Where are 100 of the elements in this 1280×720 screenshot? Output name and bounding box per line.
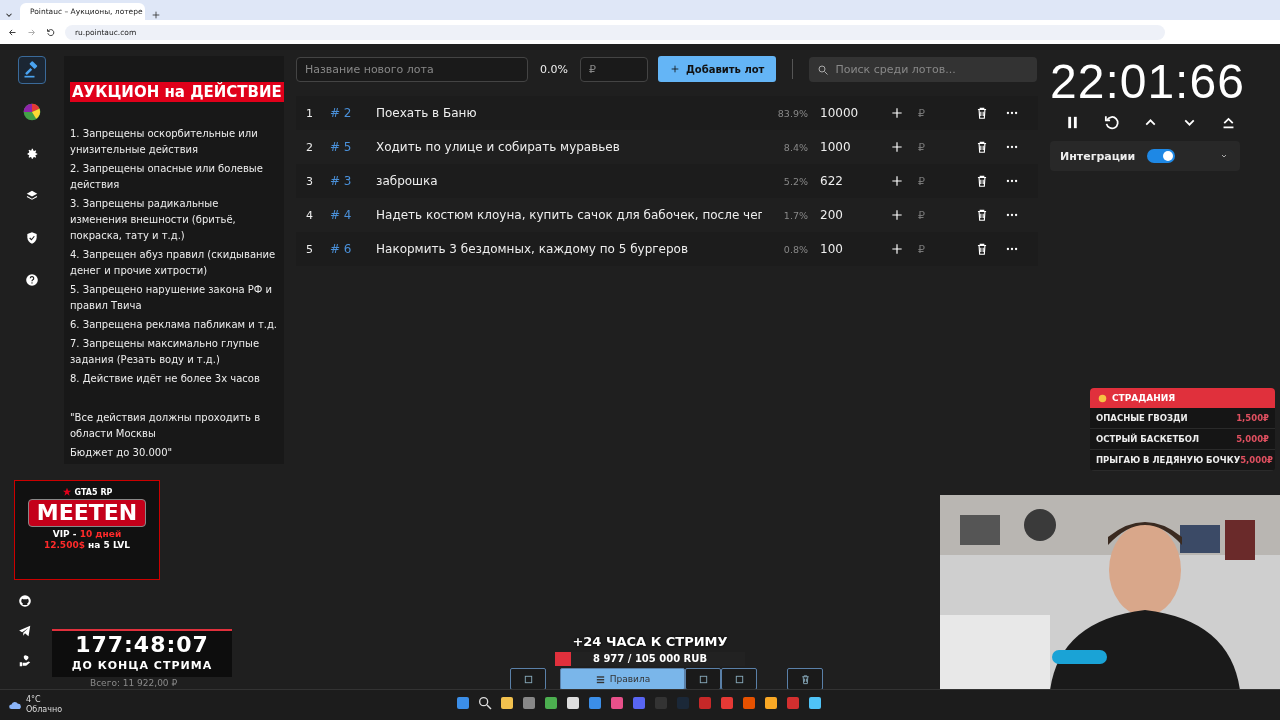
- percent-text: 8.4%: [782, 141, 808, 153]
- plus-icon[interactable]: [890, 242, 904, 256]
- donation-icon[interactable]: [18, 654, 32, 668]
- toolbar-button[interactable]: Правила: [560, 668, 685, 690]
- toggle-switch[interactable]: [1147, 149, 1176, 163]
- layers-icon: [25, 189, 39, 203]
- search-icon[interactable]: [477, 695, 493, 711]
- rank-text: 2: [305, 140, 314, 154]
- trash-icon[interactable]: [975, 106, 989, 120]
- currency-text[interactable]: ₽: [918, 242, 925, 256]
- countdown-label: ДО КОНЦА СТРИМА: [71, 659, 213, 672]
- plus-icon: [669, 64, 680, 74]
- item-price: 5,000₽: [1240, 455, 1273, 465]
- rule-text: 2. Запрещены опасные или болевые действия: [70, 162, 264, 192]
- square-icon: [697, 673, 709, 685]
- lot-name: Поехать в Баню: [376, 106, 478, 120]
- note-text: Бюджет до 30.000": [70, 446, 174, 460]
- app-icon[interactable]: [565, 695, 581, 711]
- amount-field[interactable]: ₽: [579, 56, 648, 82]
- lot-name-field[interactable]: Название нового лота: [296, 56, 528, 82]
- trash-icon[interactable]: [975, 140, 989, 154]
- item-name: ОСТРЫЙ БАСКЕТБОЛ: [1096, 434, 1199, 444]
- rank-text: 4: [305, 208, 314, 222]
- lot-id: # 2: [330, 106, 353, 120]
- item-price: 5,000₽: [1236, 434, 1269, 444]
- rule-text: 4. Запрещен абуз правил (скидывание денег и прочие хитрости): [70, 248, 277, 278]
- rule-text: 8. Действие идёт не более 3х часов: [70, 372, 261, 386]
- goal-title: +24 ЧАСА К СТРИМУ: [572, 634, 728, 649]
- sidebar-button[interactable]: [18, 56, 46, 84]
- plus-icon[interactable]: [890, 208, 904, 222]
- rule-text: 7. Запрещены максимально глупые задания (Резать воду и т.д.): [70, 337, 261, 367]
- search-field[interactable]: Поиск среди лотов...: [809, 56, 1038, 82]
- goal-progress-text: 8 977 / 105 000 RUB: [591, 652, 709, 666]
- currency-text[interactable]: ₽: [918, 140, 925, 154]
- total-text: Всего: 11 922,00 ₽: [90, 678, 178, 688]
- amount-text: 622: [820, 174, 844, 188]
- currency-text[interactable]: ₽: [918, 106, 925, 120]
- percent-text: 83.9%: [776, 107, 808, 119]
- amount-text: 10000: [820, 106, 860, 120]
- item-name: ПРЫГАЮ В ЛЕДЯНУЮ БОЧКУ: [1096, 455, 1241, 465]
- percent-text: 0.8%: [782, 243, 808, 255]
- amount-text: 1000: [820, 140, 852, 154]
- pie-chart-icon: [22, 102, 42, 122]
- back-icon[interactable]: [8, 27, 17, 37]
- lot-name: заброшка: [376, 174, 439, 188]
- lot-id: # 6: [330, 242, 353, 256]
- star-icon: [61, 487, 72, 497]
- help-icon: [25, 273, 39, 287]
- lot-name: Ходить по улице и собирать муравьев: [376, 140, 621, 154]
- amount-text: 200: [820, 208, 844, 222]
- toolbar-button[interactable]: [685, 668, 721, 690]
- weather-temp: 4°C: [26, 695, 42, 705]
- rank-text: 3: [305, 174, 314, 188]
- reload-icon[interactable]: [46, 27, 55, 37]
- item-name: ОПАСНЫЕ ГВОЗДИ: [1096, 413, 1188, 423]
- currency-text[interactable]: ₽: [918, 174, 925, 188]
- percent-text: 5.2%: [782, 175, 808, 187]
- rule-text: 1. Запрещены оскорбительные или унизительные действия: [70, 127, 259, 157]
- app-icon[interactable]: [807, 695, 823, 711]
- rank-text: 1: [305, 106, 314, 120]
- square-icon: [733, 673, 745, 685]
- promo-text: VIP - 10 дней: [52, 529, 122, 540]
- app-icon[interactable]: [763, 695, 779, 711]
- trash-icon: [799, 673, 811, 685]
- settings-icon: [25, 147, 39, 161]
- app-icon[interactable]: [499, 695, 515, 711]
- reset-icon[interactable]: [1103, 114, 1120, 131]
- plus-icon[interactable]: [890, 174, 904, 188]
- currency-text[interactable]: ₽: [918, 208, 925, 222]
- timer-text: 22:01:66: [1050, 54, 1245, 110]
- rules-title: АУКЦИОН на ДЕЙСТВИЕ: [70, 82, 284, 102]
- app-icon[interactable]: [543, 695, 559, 711]
- widget-title: СТРАДАНИЯ: [1112, 393, 1176, 403]
- item-price: 1,500₽: [1236, 413, 1269, 423]
- list-icon: [594, 673, 606, 685]
- add-lot-button[interactable]: Добавить лот: [657, 56, 777, 82]
- percent-text: 0.0%: [540, 62, 568, 76]
- rule-text: 3. Запрещены радикальные изменения внешности (бритьё, покраска, тату и т.д.): [70, 197, 237, 243]
- toolbar-button[interactable]: [787, 668, 823, 690]
- note-text: "Все действия должны проходить в области Москвы: [70, 411, 262, 441]
- toolbar-button[interactable]: [510, 668, 546, 690]
- countdown-text: 177:48:07: [75, 631, 209, 659]
- promo-title: MEETEN: [27, 499, 147, 527]
- trash-icon[interactable]: [975, 208, 989, 222]
- lot-id: # 4: [330, 208, 353, 222]
- plus-icon[interactable]: [890, 106, 904, 120]
- plus-icon[interactable]: [890, 140, 904, 154]
- github-icon[interactable]: [18, 594, 32, 608]
- trash-icon[interactable]: [975, 174, 989, 188]
- trash-icon[interactable]: [975, 242, 989, 256]
- app-icon[interactable]: [587, 695, 603, 711]
- paper-plane-icon[interactable]: [18, 624, 32, 638]
- start-icon[interactable]: [455, 695, 471, 711]
- lot-name: Накормить 3 бездомных, каждому по 5 бургеров: [376, 242, 689, 256]
- rule-text: 5. Запрещено нарушение закона РФ и правил Твича: [70, 283, 274, 313]
- percent-text: 1.7%: [782, 209, 808, 221]
- brand-text: GTA5 RP: [74, 487, 113, 497]
- toolbar-button[interactable]: [721, 668, 757, 690]
- rank-text: 5: [305, 242, 314, 256]
- new-tab-icon[interactable]: [151, 10, 161, 20]
